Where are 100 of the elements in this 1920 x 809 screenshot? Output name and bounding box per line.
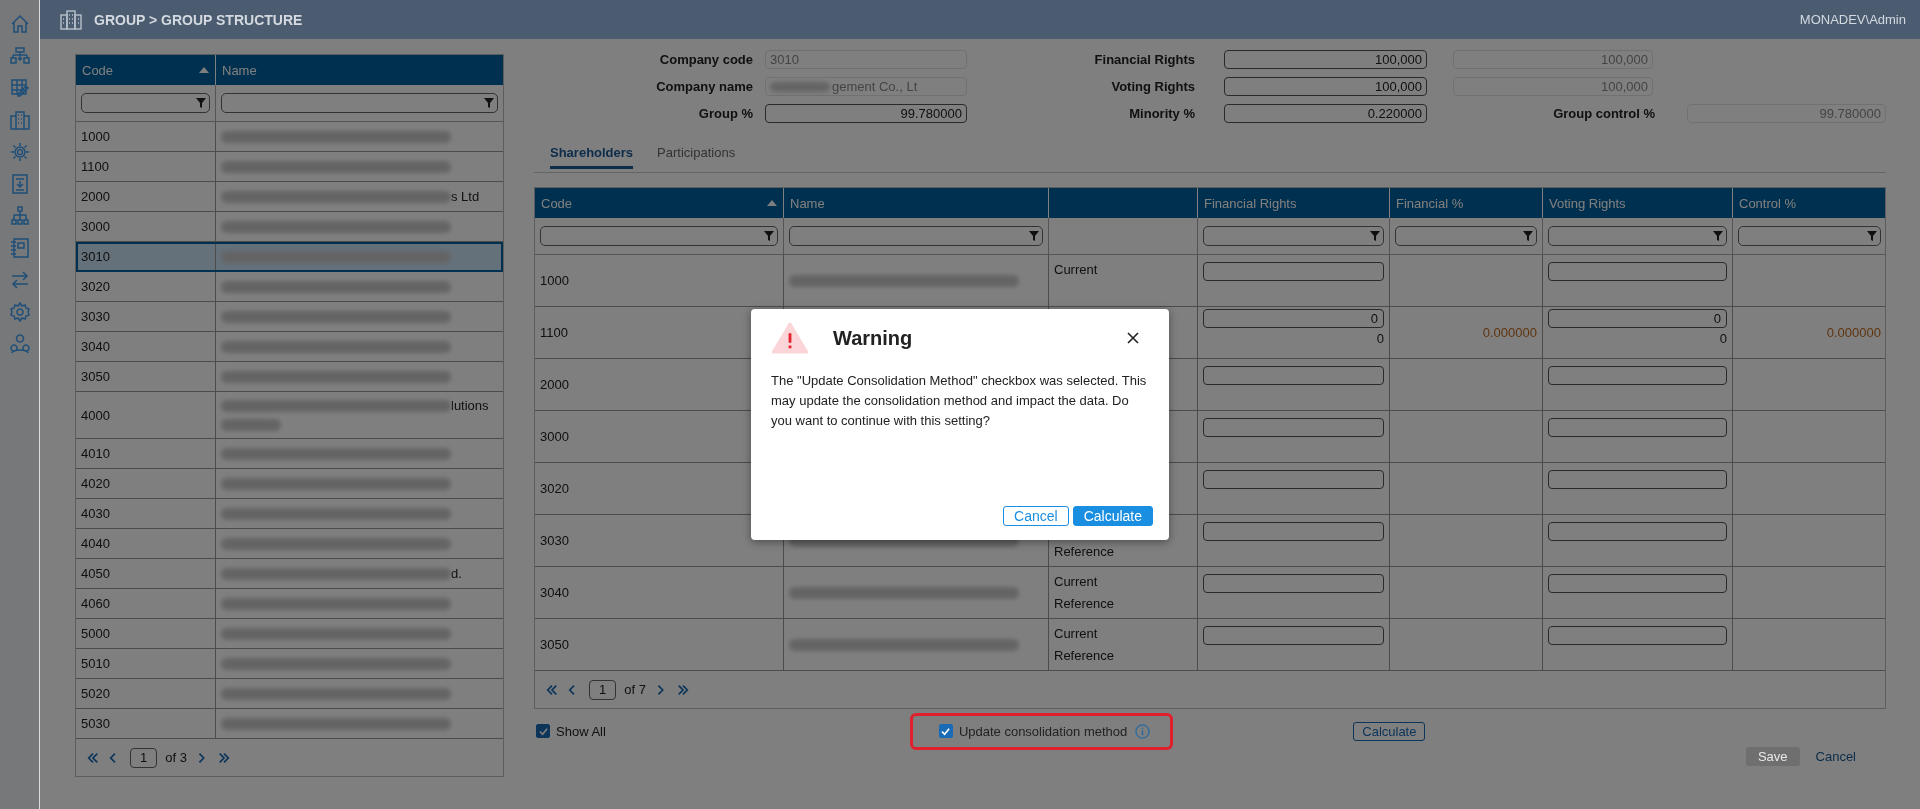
field-label: Group % [697, 106, 754, 121]
code-text: 3050 [540, 637, 570, 652]
breadcrumb: GROUP > GROUP STRUCTURE [94, 11, 303, 28]
number-input[interactable] [1203, 522, 1384, 541]
checkbox[interactable] [536, 724, 550, 738]
document-icon[interactable] [9, 174, 30, 194]
table-row[interactable]: 3010 [76, 242, 503, 272]
code-text: 3040 [540, 585, 570, 600]
building-icon[interactable] [9, 110, 30, 130]
code-text: 3010 [81, 249, 110, 264]
filter-field[interactable] [221, 93, 498, 113]
grid-edit-icon[interactable] [9, 78, 30, 98]
column-header[interactable]: Control % [1733, 188, 1886, 218]
filter-field[interactable] [1395, 226, 1537, 246]
table-row[interactable]: 3040 [76, 332, 503, 362]
warning-icon [771, 322, 809, 354]
filter-field[interactable] [81, 93, 210, 113]
column-header[interactable]: Financial % [1390, 188, 1543, 218]
number-input[interactable] [1203, 366, 1384, 385]
number-input[interactable] [1548, 366, 1727, 385]
number-input[interactable] [1548, 522, 1727, 541]
number-input[interactable] [1548, 574, 1727, 593]
number-input[interactable] [1548, 626, 1727, 645]
code-text: 4020 [81, 476, 110, 491]
text-field[interactable]: 100,000 [1224, 50, 1427, 69]
table-row[interactable]: 2000 s Ltd [76, 182, 503, 212]
filter-field[interactable] [789, 226, 1043, 246]
column-header[interactable]: Name [216, 55, 503, 85]
column-header[interactable]: Voting Rights [1543, 188, 1733, 218]
last-page-icon[interactable] [675, 683, 690, 696]
column-header[interactable]: Name [784, 188, 1049, 218]
people-icon[interactable] [9, 334, 30, 354]
settings-icon[interactable] [9, 302, 30, 322]
number-input[interactable] [1203, 574, 1384, 593]
text-field[interactable]: 3010 [765, 50, 967, 69]
table-row[interactable]: 5000 [76, 619, 503, 649]
code-text: 5000 [81, 626, 110, 641]
table-row[interactable]: 3050 [76, 362, 503, 392]
cog-icon[interactable] [9, 142, 30, 162]
text-field[interactable]: 99.780000 [1687, 104, 1886, 123]
number-input[interactable] [1203, 418, 1384, 437]
text-field[interactable]: 0.220000 [1224, 104, 1427, 123]
cancel-button[interactable]: Cancel [1003, 506, 1069, 526]
value-text: 0 [1718, 331, 1727, 346]
number-input[interactable] [1203, 626, 1384, 645]
page-field[interactable]: 1 [130, 747, 158, 768]
table-row[interactable]: 4000 lutions [76, 392, 503, 439]
column-header[interactable]: Code [535, 188, 784, 218]
calculate-button[interactable]: Calculate [1072, 506, 1153, 526]
home-icon[interactable] [9, 14, 30, 34]
cancel-link[interactable]: Cancel [1815, 747, 1856, 766]
first-page-icon[interactable] [545, 683, 559, 696]
hierarchy-icon[interactable] [9, 206, 30, 226]
number-input[interactable] [1548, 262, 1727, 281]
sitemap-icon[interactable] [9, 46, 30, 66]
page-field[interactable]: 1 [589, 679, 617, 700]
filter-field[interactable] [540, 226, 778, 246]
text-field[interactable]: 99.780000 [765, 104, 967, 123]
number-input[interactable]: 0 [1548, 309, 1727, 328]
text-field[interactable]: gement Co., Lt [765, 77, 967, 96]
table-row[interactable]: 3020 [76, 272, 503, 302]
swap-arrows-icon[interactable] [9, 270, 30, 290]
filter-icon [1713, 231, 1723, 241]
number-input[interactable]: 0 [1203, 309, 1384, 328]
filter-field[interactable] [1738, 226, 1881, 246]
text-field[interactable]: 100,000 [1224, 77, 1427, 96]
table-row[interactable]: 4060 [76, 589, 503, 619]
code-text: 3030 [81, 309, 110, 324]
table-row[interactable]: 3030 [76, 302, 503, 332]
filter-field[interactable] [1203, 226, 1384, 246]
number-input[interactable] [1203, 470, 1384, 489]
close-icon[interactable] [1127, 332, 1139, 344]
text-field[interactable]: 100,000 [1453, 77, 1653, 96]
calculate-button[interactable]: Calculate [1353, 721, 1426, 741]
column-header[interactable]: Code [76, 55, 216, 85]
table-row[interactable]: 5020 [76, 679, 503, 709]
notebook-icon[interactable] [9, 238, 30, 258]
table-row[interactable]: 4050 d. [76, 559, 503, 589]
tab[interactable]: Shareholders [550, 140, 634, 169]
first-page-icon[interactable] [86, 751, 100, 764]
checkbox[interactable] [938, 724, 953, 738]
tab[interactable]: Participations [657, 140, 736, 166]
text-field[interactable]: 100,000 [1453, 50, 1653, 69]
column-header[interactable]: Financial Rights [1198, 188, 1390, 218]
table-row[interactable]: 1000 [76, 122, 503, 152]
page-count: of 3 [165, 750, 187, 765]
number-input[interactable] [1548, 418, 1727, 437]
number-input[interactable] [1203, 262, 1384, 281]
table-row[interactable]: 4040 [76, 529, 503, 559]
table-row[interactable]: 5030 [76, 709, 503, 739]
last-page-icon[interactable] [216, 751, 231, 764]
table-row[interactable]: 4020 [76, 469, 503, 499]
table-row[interactable]: 5010 [76, 649, 503, 679]
table-row[interactable]: 4030 [76, 499, 503, 529]
code-text: 5010 [81, 656, 110, 671]
filter-field[interactable] [1548, 226, 1727, 246]
number-input[interactable] [1548, 470, 1727, 489]
table-row[interactable]: 1100 [76, 152, 503, 182]
table-row[interactable]: 4010 [76, 439, 503, 469]
checkbox-label: Update consolidation method [958, 723, 1128, 739]
